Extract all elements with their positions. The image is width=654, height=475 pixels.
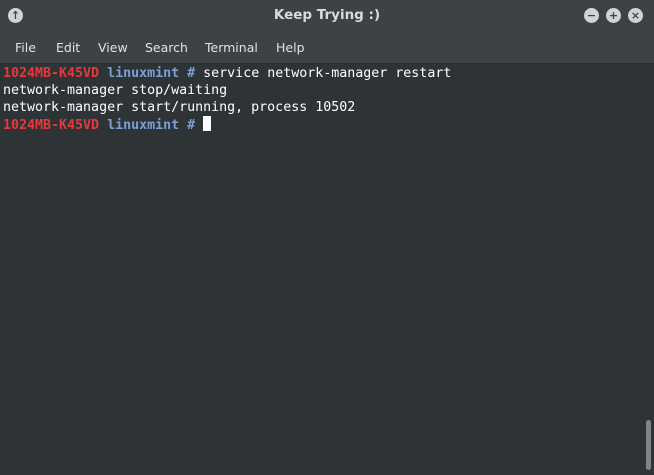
menu-search[interactable]: Search [145, 40, 188, 55]
minimize-icon[interactable]: − [584, 8, 599, 23]
window-title: Keep Trying :) [273, 7, 381, 23]
prompt-host: 1024MB-K45VD [3, 66, 100, 81]
menu-file[interactable]: File [15, 40, 36, 55]
menu-edit[interactable]: Edit [56, 40, 80, 55]
prompt-host: 1024MB-K45VD [3, 118, 100, 133]
menu-terminal[interactable]: Terminal [205, 40, 258, 55]
terminal-window: ↑ Keep Trying :) − + × File Edit View Se… [0, 0, 654, 475]
command-text: service network-manager restart [195, 66, 452, 81]
prompt-dir: linuxmint # [107, 66, 196, 81]
command-text [195, 118, 203, 133]
text-cursor [203, 116, 212, 131]
scrollbar[interactable] [642, 64, 654, 475]
terminal-line: 1024MB-K45VD linuxmint # [3, 116, 642, 133]
scrollbar-thumb[interactable] [646, 420, 651, 470]
close-icon[interactable]: × [628, 8, 643, 23]
title-bar[interactable]: ↑ Keep Trying :) − + × [0, 0, 654, 32]
terminal-output[interactable]: 1024MB-K45VD linuxmint # service network… [0, 64, 642, 475]
prompt-dir: linuxmint # [107, 118, 196, 133]
terminal-line: network-manager stop/waiting [3, 83, 228, 98]
menu-view[interactable]: View [98, 40, 128, 55]
menu-bar: File Edit View Search Terminal Help [0, 32, 654, 64]
menu-help[interactable]: Help [276, 40, 305, 55]
maximize-icon[interactable]: + [606, 8, 621, 23]
terminal-line: 1024MB-K45VD linuxmint # service network… [3, 65, 642, 82]
terminal-line: network-manager start/running, process 1… [3, 100, 356, 115]
